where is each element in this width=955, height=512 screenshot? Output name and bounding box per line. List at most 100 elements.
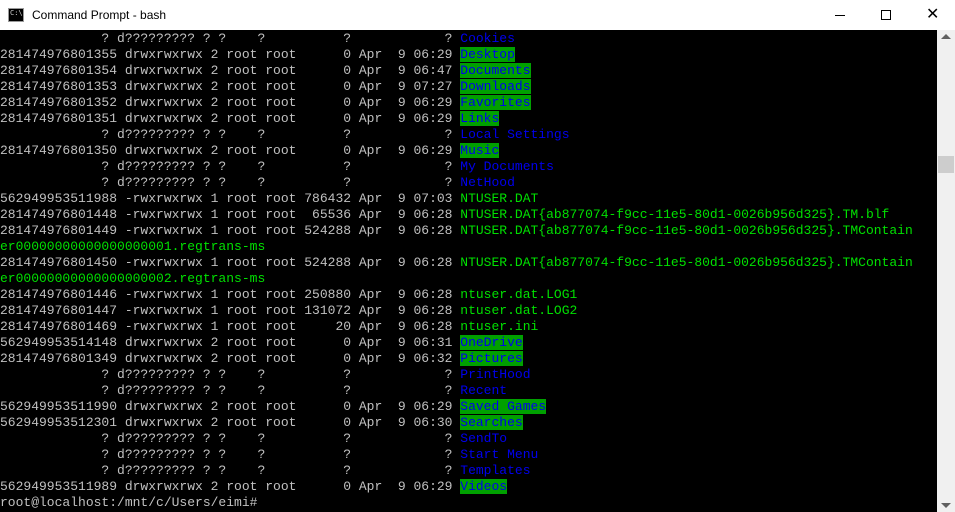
listing-meta: 281474976801354 drwxrwxrwx 2 root root 0…	[0, 63, 461, 78]
minimize-icon	[835, 15, 845, 16]
listing-meta: 281474976801448 -rwxrwxrwx 1 root root 6…	[0, 207, 461, 222]
maximize-button[interactable]	[863, 0, 909, 30]
listing-row: 281474976801447 -rwxrwxrwx 1 root root 1…	[0, 303, 577, 319]
listing-filename: Favorites	[460, 95, 531, 110]
listing-row: 281474976801351 drwxrwxrwx 2 root root 0…	[0, 111, 500, 127]
minimize-button[interactable]	[817, 0, 863, 30]
prompt-text: root@localhost:/mnt/c/Users/eimi#	[0, 495, 258, 510]
listing-row: 562949953511989 drwxrwxrwx 2 root root 0…	[0, 479, 508, 495]
listing-row: 281474976801355 drwxrwxrwx 2 root root 0…	[0, 47, 515, 63]
listing-meta: ? d????????? ? ? ? ? ?	[0, 175, 461, 190]
listing-filename: Pictures	[460, 351, 523, 366]
listing-filename: Videos	[460, 479, 508, 494]
listing-filename: ntuser.dat.LOG1	[460, 287, 578, 302]
window-title: Command Prompt - bash	[32, 8, 167, 22]
listing-meta: ? d????????? ? ? ? ? ?	[0, 367, 461, 382]
listing-row: 562949953512301 drwxrwxrwx 2 root root 0…	[0, 415, 523, 431]
listing-row: ? d????????? ? ? ? ? ? Recent	[0, 383, 507, 399]
listing-filename: SendTo	[460, 431, 508, 446]
listing-filename: Searches	[460, 415, 523, 430]
listing-row: ? d????????? ? ? ? ? ? My Documents	[0, 159, 554, 175]
listing-filename: NTUSER.DAT	[460, 191, 539, 206]
listing-meta: 562949953514148 drwxrwxrwx 2 root root 0…	[0, 335, 461, 350]
console-app-icon[interactable]: C:\	[8, 8, 24, 22]
listing-row: 562949953511990 drwxrwxrwx 2 root root 0…	[0, 399, 547, 415]
listing-meta: 281474976801350 drwxrwxrwx 2 root root 0…	[0, 143, 461, 158]
listing-meta: ? d????????? ? ? ? ? ?	[0, 463, 461, 478]
listing-filename: Links	[460, 111, 500, 126]
listing-filename: Recent	[460, 383, 508, 398]
listing-row: 281474976801350 drwxrwxrwx 2 root root 0…	[0, 143, 500, 159]
listing-meta: ? d????????? ? ? ? ? ?	[0, 127, 461, 142]
listing-filename: Documents	[460, 63, 531, 78]
listing-row: ? d????????? ? ? ? ? ? SendTo	[0, 431, 507, 447]
listing-row: ? d????????? ? ? ? ? ? Start Menu	[0, 447, 538, 463]
listing-meta: 281474976801353 drwxrwxrwx 2 root root 0…	[0, 79, 461, 94]
listing-filename: Local Settings	[460, 127, 570, 142]
listing-filename: PrintHood	[460, 367, 531, 382]
listing-meta: ? d????????? ? ? ? ? ?	[0, 159, 461, 174]
title-bar: C:\ Command Prompt - bash ✕	[0, 0, 955, 30]
listing-row: er00000000000000000001.regtrans-ms	[0, 239, 265, 255]
listing-filename: NTUSER.DAT{ab877074-f9cc-11e5-80d1-0026b…	[460, 207, 890, 222]
listing-meta: 281474976801355 drwxrwxrwx 2 root root 0…	[0, 47, 461, 62]
maximize-icon	[881, 10, 891, 20]
listing-filename: OneDrive	[460, 335, 523, 350]
listing-row: ? d????????? ? ? ? ? ? Local Settings	[0, 127, 570, 143]
listing-row: 281474976801354 drwxrwxrwx 2 root root 0…	[0, 63, 531, 79]
listing-meta: 281474976801449 -rwxrwxrwx 1 root root 5…	[0, 223, 461, 238]
listing-meta: ? d????????? ? ? ? ? ?	[0, 383, 461, 398]
listing-meta: ? d????????? ? ? ? ? ?	[0, 31, 461, 46]
listing-meta: 281474976801351 drwxrwxrwx 2 root root 0…	[0, 111, 461, 126]
listing-row: 281474976801449 -rwxrwxrwx 1 root root 5…	[0, 223, 913, 239]
listing-row: 281474976801353 drwxrwxrwx 2 root root 0…	[0, 79, 531, 95]
listing-row: ? d????????? ? ? ? ? ? NetHood	[0, 175, 515, 191]
listing-filename: ntuser.dat.LOG2	[460, 303, 578, 318]
listing-row: 281474976801469 -rwxrwxrwx 1 root root 2…	[0, 319, 538, 335]
command-prompt-line[interactable]: root@localhost:/mnt/c/Users/eimi#	[0, 495, 257, 511]
listing-filename: My Documents	[460, 159, 554, 174]
listing-meta: 562949953511989 drwxrwxrwx 2 root root 0…	[0, 479, 461, 494]
listing-meta: 281474976801349 drwxrwxrwx 2 root root 0…	[0, 351, 461, 366]
listing-row: er00000000000000000002.regtrans-ms	[0, 271, 265, 287]
listing-row: 281474976801349 drwxrwxrwx 2 root root 0…	[0, 351, 523, 367]
listing-row: ? d????????? ? ? ? ? ? Cookies	[0, 31, 515, 47]
close-button[interactable]: ✕	[909, 0, 955, 30]
listing-filename: Start Menu	[460, 447, 539, 462]
listing-filename: Templates	[460, 463, 531, 478]
listing-filename: er00000000000000000001.regtrans-ms	[0, 239, 266, 254]
listing-meta: 281474976801446 -rwxrwxrwx 1 root root 2…	[0, 287, 461, 302]
listing-meta: 281474976801469 -rwxrwxrwx 1 root root 2…	[0, 319, 461, 334]
listing-filename: NTUSER.DAT{ab877074-f9cc-11e5-80d1-0026b…	[460, 223, 913, 238]
listing-row: 281474976801448 -rwxrwxrwx 1 root root 6…	[0, 207, 889, 223]
listing-row: 562949953514148 drwxrwxrwx 2 root root 0…	[0, 335, 523, 351]
listing-filename: Desktop	[460, 47, 515, 62]
listing-row: 281474976801352 drwxrwxrwx 2 root root 0…	[0, 95, 531, 111]
listing-meta: 562949953511988 -rwxrwxrwx 1 root root 7…	[0, 191, 461, 206]
scroll-up-arrow-icon[interactable]	[941, 34, 951, 39]
listing-meta: 281474976801447 -rwxrwxrwx 1 root root 1…	[0, 303, 461, 318]
vertical-scrollbar[interactable]	[937, 30, 955, 512]
listing-meta: ? d????????? ? ? ? ? ?	[0, 431, 461, 446]
listing-meta: 562949953512301 drwxrwxrwx 2 root root 0…	[0, 415, 461, 430]
listing-row: 562949953511988 -rwxrwxrwx 1 root root 7…	[0, 191, 538, 207]
listing-filename: Cookies	[460, 31, 515, 46]
listing-filename: NetHood	[460, 175, 515, 190]
listing-filename: Music	[460, 143, 500, 158]
listing-row: 281474976801446 -rwxrwxrwx 1 root root 2…	[0, 287, 577, 303]
listing-filename: er00000000000000000002.regtrans-ms	[0, 271, 266, 286]
listing-meta: 281474976801450 -rwxrwxrwx 1 root root 5…	[0, 255, 461, 270]
scroll-down-arrow-icon[interactable]	[941, 503, 951, 508]
listing-row: ? d????????? ? ? ? ? ? PrintHood	[0, 367, 531, 383]
scroll-thumb[interactable]	[938, 156, 954, 173]
app-icon-text: C:\	[10, 9, 23, 17]
listing-meta: 281474976801352 drwxrwxrwx 2 root root 0…	[0, 95, 461, 110]
close-icon: ✕	[926, 4, 940, 23]
terminal-output[interactable]: ? d????????? ? ? ? ? ? Cookies 2814749768…	[0, 30, 937, 512]
listing-filename: Saved Games	[460, 399, 547, 414]
listing-row: 281474976801450 -rwxrwxrwx 1 root root 5…	[0, 255, 913, 271]
listing-filename: NTUSER.DAT{ab877074-f9cc-11e5-80d1-0026b…	[460, 255, 913, 270]
listing-filename: Downloads	[460, 79, 531, 94]
listing-meta: ? d????????? ? ? ? ? ?	[0, 447, 461, 462]
listing-filename: ntuser.ini	[460, 319, 539, 334]
